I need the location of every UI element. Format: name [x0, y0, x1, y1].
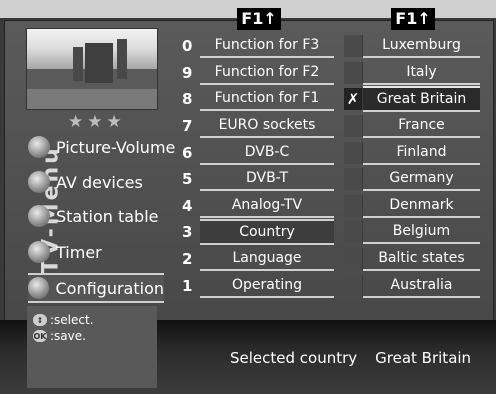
menu-item-number: 3: [182, 223, 193, 242]
f1-badge-left: F1↑: [237, 8, 281, 30]
up-arrow-icon: ↑: [263, 9, 277, 28]
menu-item-number: 7: [182, 117, 193, 136]
menu-item-label: DVB-C: [200, 141, 334, 165]
hint-save: :save.: [50, 329, 86, 343]
menu-item-function-for-f1[interactable]: 8 Function for F1: [182, 86, 334, 113]
country-label: Baltic states: [363, 247, 480, 272]
menu-item-dvb-c[interactable]: 6 DVB-C: [182, 139, 334, 166]
f1-label: F1: [395, 9, 418, 28]
menu-item-number: 4: [182, 196, 193, 215]
sidebar-item-label: Configuration: [55, 278, 164, 298]
country-item-italy[interactable]: Italy: [344, 60, 480, 87]
menu-item-euro-sockets[interactable]: 7 EURO sockets: [182, 113, 334, 140]
country-label: Germany: [363, 167, 480, 192]
checkbox: [344, 61, 363, 84]
country-item-denmark[interactable]: Denmark: [344, 193, 480, 220]
navigate-updown-icon: ⇕: [33, 314, 47, 326]
checkbox: [344, 141, 363, 164]
sidebar-item-av-devices[interactable]: AV devices: [28, 169, 143, 195]
country-label: Australia: [363, 274, 480, 298]
menu-item-number: 2: [182, 250, 193, 269]
menu-item-operating[interactable]: 1 Operating: [182, 272, 334, 299]
bullet-icon: [28, 277, 50, 299]
ok-button-icon: OK: [33, 330, 47, 342]
menu-item-analog-tv[interactable]: 4 Analog-TV: [182, 193, 334, 220]
sidebar-item-label: Picture-Volume: [56, 137, 176, 157]
menu-item-number: 5: [182, 170, 193, 189]
menu-item-number: 6: [182, 143, 193, 162]
sidebar-item-label: AV devices: [56, 172, 143, 192]
rating-stars: ★★★: [68, 112, 126, 132]
key-hints: ⇕ :select. OK :save.: [27, 306, 157, 388]
country-item-baltic-states[interactable]: Baltic states: [344, 246, 480, 273]
checkbox: [344, 274, 363, 297]
menu-item-label: Function for F3: [200, 34, 334, 59]
menu-item-number: 0: [182, 37, 193, 56]
country-label: Denmark: [363, 194, 480, 218]
menu-item-language[interactable]: 2 Language: [182, 246, 334, 273]
country-label: France: [363, 114, 480, 139]
menu-item-label: Function for F1: [200, 87, 334, 112]
country-item-finland[interactable]: Finland: [344, 139, 480, 166]
menu-item-label: Country: [200, 219, 334, 246]
check-mark-icon: ✗: [344, 88, 363, 111]
country-label: Great Britain: [363, 86, 480, 113]
config-menu-list: 0 Function for F3 9 Function for F2 8 Functio…: [182, 33, 334, 299]
country-label: Luxemburg: [363, 34, 480, 59]
country-item-luxemburg[interactable]: Luxemburg: [344, 33, 480, 60]
menu-item-label: Operating: [200, 274, 334, 298]
country-item-belgium[interactable]: Belgium: [344, 219, 480, 246]
menu-item-dvb-t[interactable]: 5 DVB-T: [182, 166, 334, 193]
menu-item-label: EURO sockets: [200, 114, 334, 139]
menu-item-number: 1: [182, 276, 193, 295]
checkbox: [344, 35, 363, 58]
f1-label: F1: [241, 9, 264, 28]
hint-select: :select.: [50, 313, 94, 327]
checkbox: [344, 168, 363, 191]
preview-thumbnail: [26, 28, 158, 110]
country-item-australia[interactable]: Australia: [344, 272, 480, 299]
menu-item-label: Function for F2: [200, 61, 334, 85]
menu-item-label: DVB-T: [200, 167, 334, 192]
menu-item-function-for-f3[interactable]: 0 Function for F3: [182, 33, 334, 60]
checkbox: [344, 221, 363, 244]
bullet-icon: [28, 241, 50, 263]
menu-item-label: Language: [200, 247, 334, 272]
sidebar-item-configuration[interactable]: Configuration: [28, 273, 164, 303]
f1-badge-right: F1↑: [391, 8, 435, 30]
bullet-icon: [28, 136, 50, 158]
up-arrow-icon: ↑: [417, 9, 431, 28]
checkbox: [344, 115, 363, 138]
sidebar-item-station-table[interactable]: Station table: [28, 203, 159, 229]
menu-item-number: 8: [182, 90, 193, 109]
checkbox: [344, 248, 363, 271]
bullet-icon: [28, 171, 50, 193]
sidebar-item-picture-volume[interactable]: Picture-Volume: [28, 134, 175, 160]
country-label: Finland: [363, 141, 480, 165]
sidebar-item-label: Timer: [56, 242, 102, 262]
menu-item-label: Analog-TV: [200, 194, 334, 218]
status-value: Great Britain: [375, 349, 472, 367]
country-item-great-britain[interactable]: ✗ Great Britain: [344, 86, 480, 113]
menu-item-function-for-f2[interactable]: 9 Function for F2: [182, 60, 334, 87]
country-label: Belgium: [363, 220, 480, 245]
country-list: Luxemburg Italy ✗ Great Britain France Finlan…: [344, 33, 480, 299]
country-label: Italy: [363, 61, 480, 85]
checkbox: [344, 194, 363, 217]
menu-item-number: 9: [182, 63, 193, 82]
menu-item-country[interactable]: 3 Country: [182, 219, 334, 246]
selected-country-status: Selected country Great Britain: [230, 349, 471, 367]
status-label: Selected country: [230, 349, 358, 367]
tv-screen: F1↑ F1↑ ★★★ TV-Menu Picture-Volume AV dev…: [0, 0, 496, 394]
sidebar-item-timer[interactable]: Timer: [28, 239, 102, 265]
country-item-germany[interactable]: Germany: [344, 166, 480, 193]
sidebar-item-label: Station table: [56, 206, 159, 226]
bullet-icon: [28, 205, 50, 227]
country-item-france[interactable]: France: [344, 113, 480, 140]
